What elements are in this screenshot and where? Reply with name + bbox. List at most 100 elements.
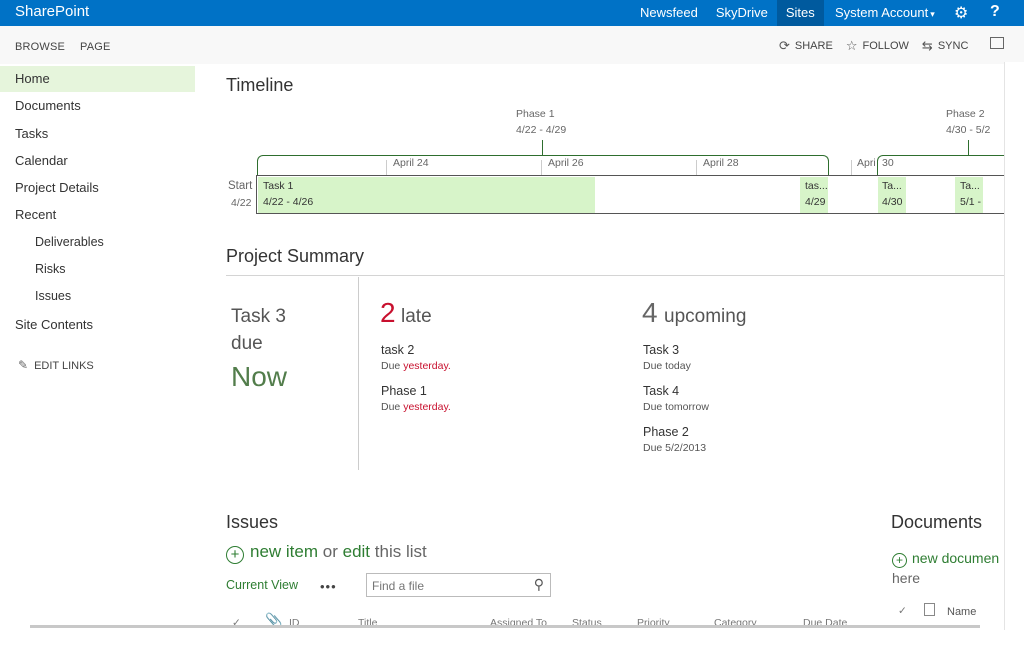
column-name[interactable]: Name	[947, 606, 976, 618]
suite-link-skydrive[interactable]: SkyDrive	[707, 0, 777, 26]
gear-icon[interactable]: ⚙	[954, 3, 968, 23]
new-item-link[interactable]: new item	[250, 542, 318, 561]
due-prefix: Due	[381, 360, 404, 372]
chevron-down-icon: ▾	[930, 9, 935, 19]
upcoming-item-due: Due 5/2/2013	[643, 442, 707, 454]
date-tick	[541, 160, 542, 175]
upcoming-label[interactable]: upcoming	[664, 306, 746, 328]
share-label: SHARE	[794, 40, 833, 52]
task3-dates: 4/30	[882, 196, 903, 208]
task4-dates: 5/1 -	[960, 196, 982, 208]
due-value: yesterday.	[403, 360, 451, 372]
vertical-scrollbar[interactable]	[1004, 62, 1024, 630]
checkmark-icon[interactable]: ✓	[898, 605, 907, 617]
due-task-name[interactable]: Task 3	[231, 306, 286, 328]
nav-item-home[interactable]: Home	[0, 66, 195, 92]
nav-item-tasks[interactable]: Tasks	[0, 121, 195, 147]
issues-title[interactable]: Issues	[226, 512, 278, 533]
nav-item-issues[interactable]: Issues	[0, 284, 195, 310]
due-when: Now	[231, 361, 288, 392]
date-tick	[851, 160, 852, 175]
task3-name: Ta...	[882, 180, 902, 192]
ribbon: BROWSE PAGE ⟳ SHARE ☆ FOLLOW ⇆ SYNC	[0, 26, 1024, 64]
nav-item-calendar[interactable]: Calendar	[0, 148, 195, 174]
search-icon[interactable]: ⚲	[534, 576, 544, 593]
suite-link-sites[interactable]: Sites	[776, 0, 824, 26]
task1-name: Task 1	[263, 180, 294, 192]
suite-bar: SharePoint Newsfeed SkyDrive Sites Syste…	[0, 0, 1024, 26]
focus-on-content-icon[interactable]	[990, 37, 1004, 49]
help-icon[interactable]: ?	[990, 3, 1000, 21]
date-label-april-30a: Apri	[857, 157, 876, 169]
date-tick	[696, 160, 697, 175]
share-icon: ⟳	[779, 38, 790, 53]
suite-link-newsfeed[interactable]: Newsfeed	[631, 0, 707, 26]
search-input[interactable]	[367, 574, 517, 593]
phase2-marker	[968, 140, 969, 155]
task1-dates: 4/22 - 4/26	[263, 196, 314, 208]
phase2-name: Phase 2	[946, 108, 985, 120]
tab-browse[interactable]: BROWSE	[15, 41, 65, 53]
plus-circle-icon[interactable]: +	[226, 546, 244, 564]
document-icon	[924, 603, 935, 616]
late-count[interactable]: 2	[380, 297, 396, 329]
nav-item-project-details[interactable]: Project Details	[0, 175, 195, 201]
documents-title[interactable]: Documents	[891, 512, 982, 533]
summary-divider	[226, 275, 1004, 276]
star-icon: ☆	[845, 38, 858, 53]
phase1-name: Phase 1	[516, 108, 555, 120]
task2-name: tas...	[805, 180, 828, 192]
phase1-bracket[interactable]	[257, 155, 829, 176]
more-options-icon[interactable]: •••	[320, 579, 337, 594]
due-prefix: Due	[381, 401, 404, 413]
edit-link[interactable]: edit	[343, 542, 370, 561]
sync-button[interactable]: ⇆ SYNC	[922, 38, 968, 54]
pencil-icon: ✎	[18, 358, 29, 372]
brand-logo[interactable]: SharePoint	[15, 3, 89, 20]
new-document-line[interactable]: + new documen	[892, 550, 999, 568]
current-view-link[interactable]: Current View	[226, 578, 298, 592]
nav-item-risks[interactable]: Risks	[0, 257, 195, 283]
late-item-name[interactable]: task 2	[381, 343, 414, 357]
summary-separator	[358, 277, 359, 470]
nav-item-recent[interactable]: Recent	[0, 202, 195, 228]
tab-page[interactable]: PAGE	[80, 41, 111, 53]
sync-label: SYNC	[937, 40, 969, 52]
upcoming-count[interactable]: 4	[642, 297, 658, 329]
suite-links: Newsfeed SkyDrive Sites	[631, 0, 824, 26]
late-item-due: Due yesterday.	[381, 401, 451, 413]
new-document-link[interactable]: new documen	[912, 550, 999, 566]
follow-button[interactable]: ☆ FOLLOW	[846, 38, 909, 54]
this-list-text: this list	[374, 542, 427, 561]
share-button[interactable]: ⟳ SHARE	[779, 38, 833, 54]
plus-circle-icon: +	[892, 553, 907, 568]
upcoming-item-name[interactable]: Task 4	[643, 384, 679, 398]
timeline-start-date: 4/22	[231, 197, 252, 209]
date-label-april-24: April 24	[393, 157, 429, 169]
due-word: due	[231, 333, 263, 354]
late-label[interactable]: late	[401, 306, 432, 328]
date-label-april-26: April 26	[548, 157, 584, 169]
search-box[interactable]: ⚲	[366, 573, 551, 597]
account-menu[interactable]: System Account ▾	[835, 5, 935, 20]
late-item-due: Due yesterday.	[381, 360, 451, 372]
phase2-bracket[interactable]	[877, 155, 1017, 176]
follow-label: FOLLOW	[862, 40, 909, 52]
due-value: yesterday.	[403, 401, 451, 413]
upcoming-item-name[interactable]: Task 3	[643, 343, 679, 357]
ribbon-actions: ⟳ SHARE ☆ FOLLOW ⇆ SYNC	[779, 38, 981, 54]
edit-links-button[interactable]: ✎ EDIT LINKS	[18, 358, 94, 372]
or-text: or	[322, 542, 338, 561]
timeline-start-label: Start	[228, 180, 253, 192]
upcoming-item-name[interactable]: Phase 2	[643, 425, 689, 439]
edit-links-label: EDIT LINKS	[34, 360, 94, 372]
task2-dates: 4/29	[805, 196, 826, 208]
phase2-dates: 4/30 - 5/2	[946, 124, 991, 136]
nav-item-site-contents[interactable]: Site Contents	[0, 312, 195, 338]
date-tick	[386, 160, 387, 175]
late-item-name[interactable]: Phase 1	[381, 384, 427, 398]
horizontal-scrollbar[interactable]	[30, 625, 980, 628]
nav-item-documents[interactable]: Documents	[0, 93, 195, 119]
nav-item-deliverables[interactable]: Deliverables	[0, 230, 195, 256]
sync-icon: ⇆	[921, 38, 933, 53]
